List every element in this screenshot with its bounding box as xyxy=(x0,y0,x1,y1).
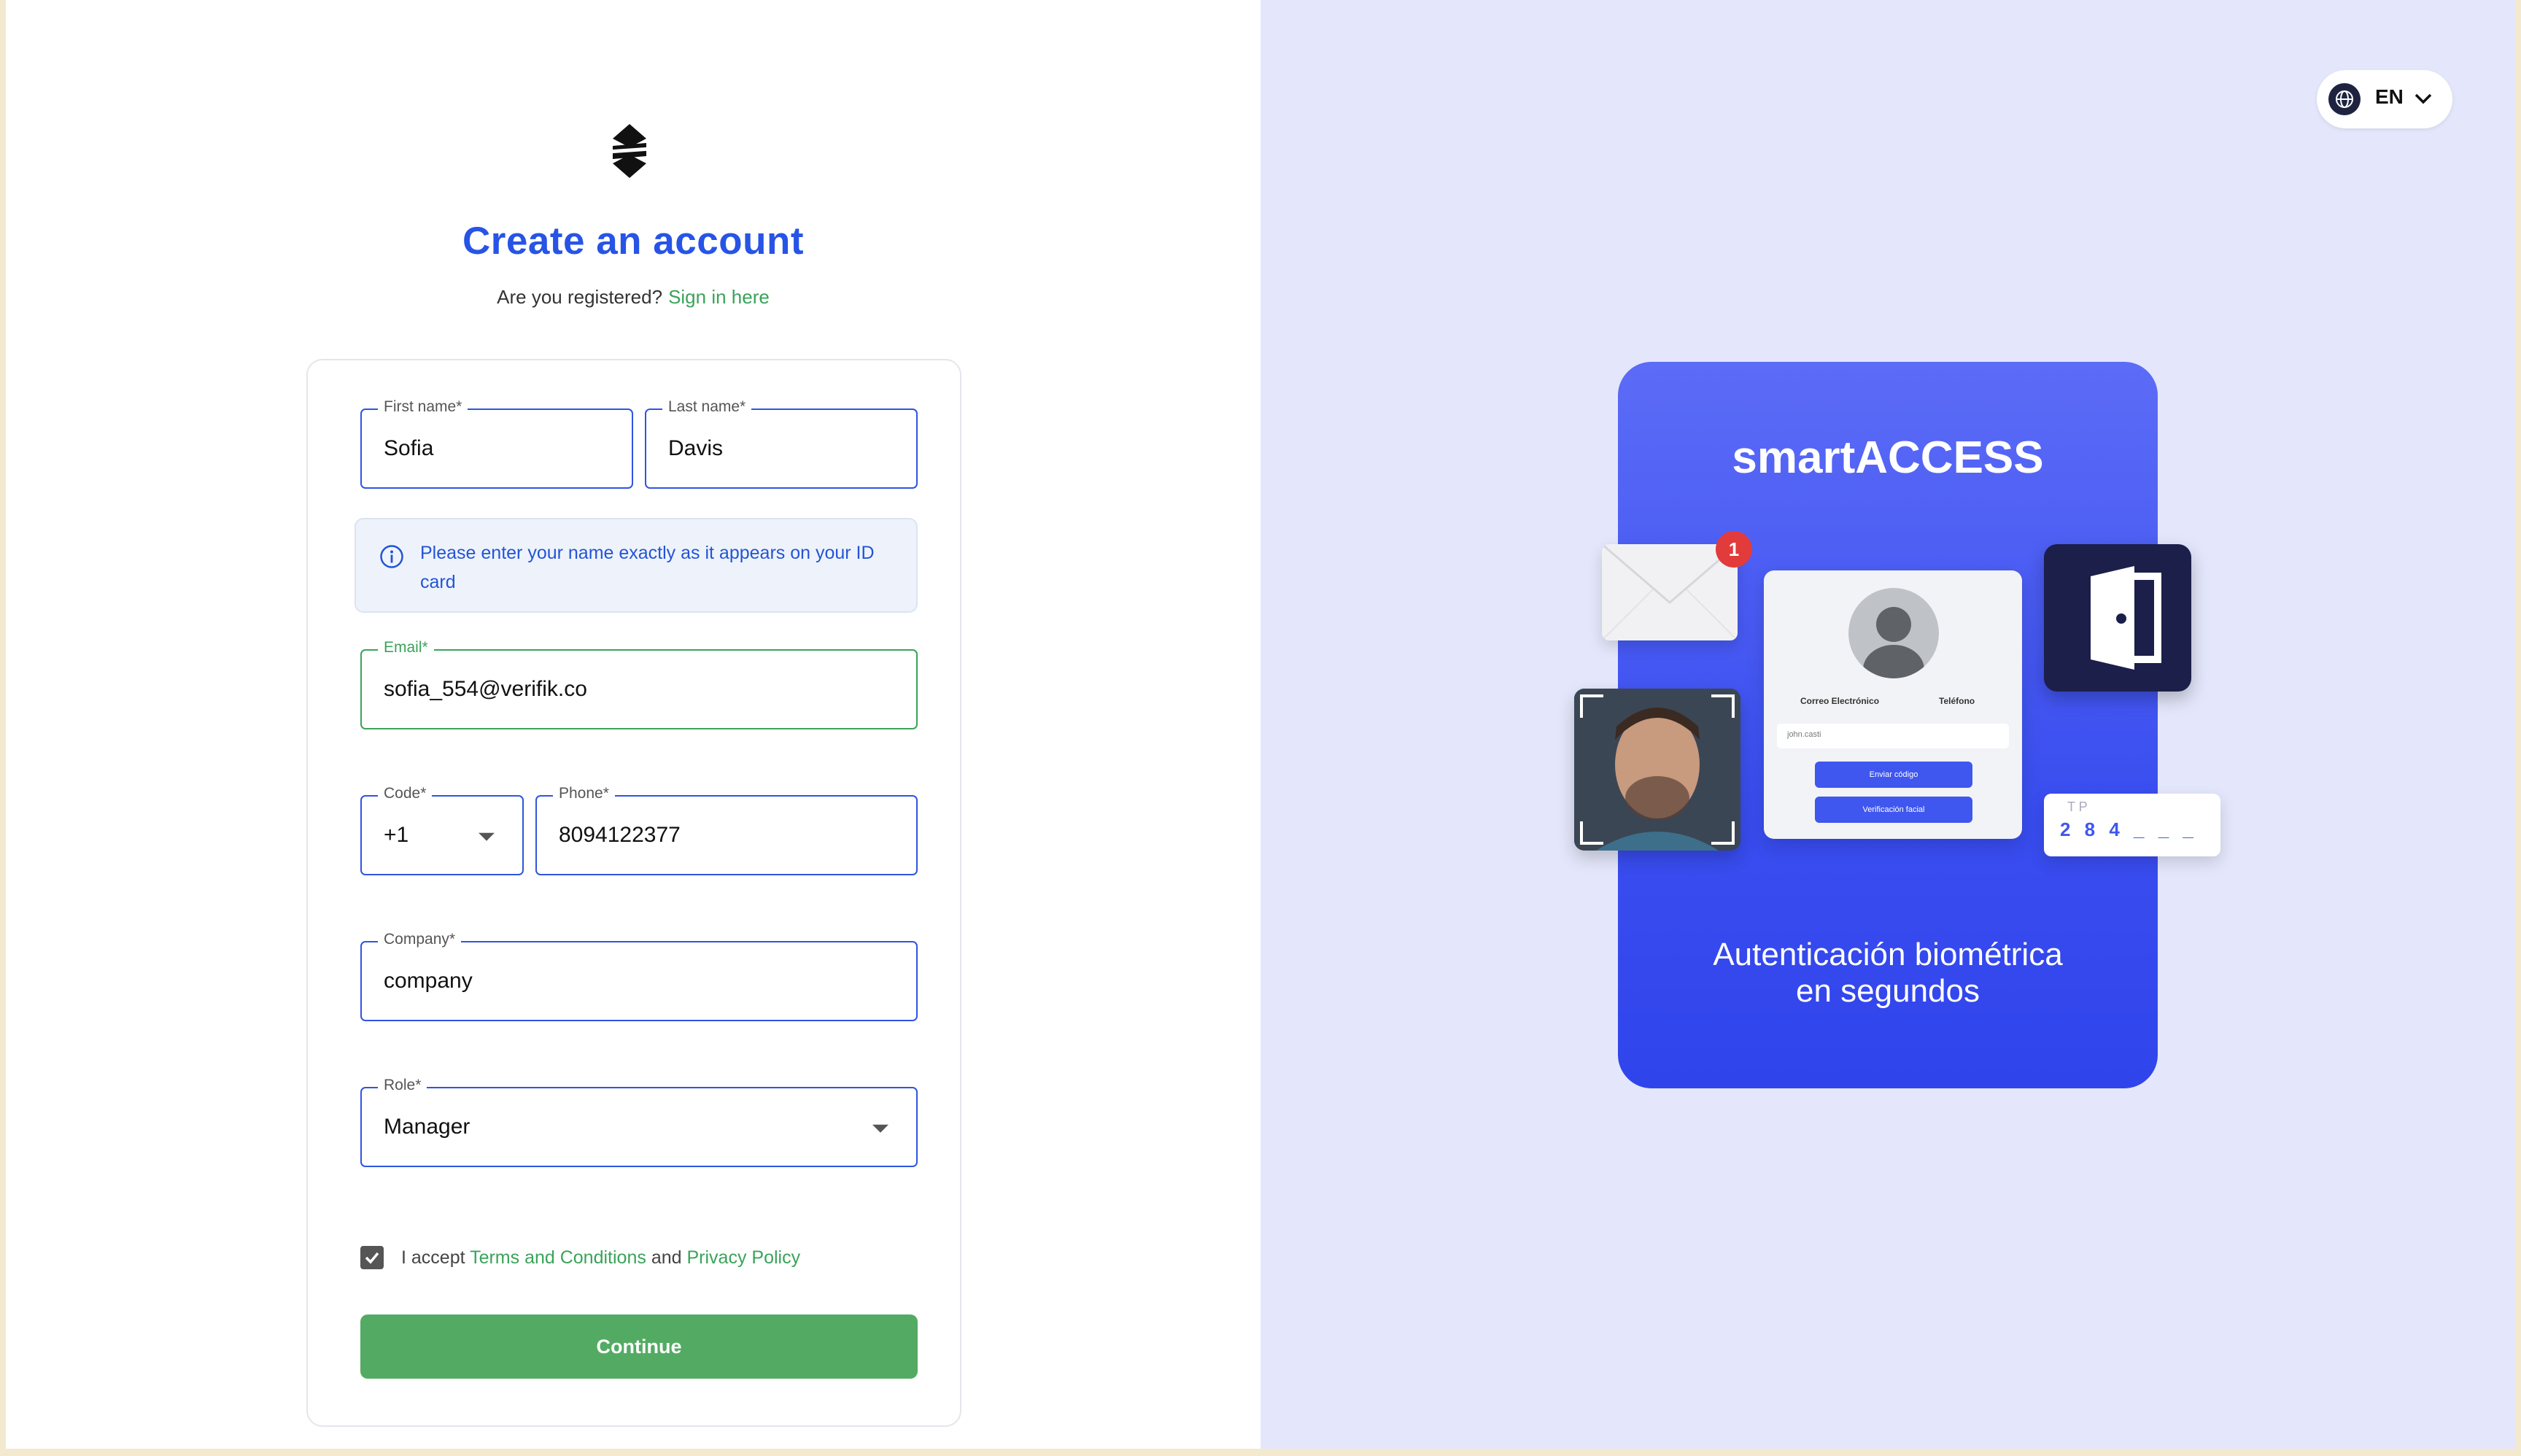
phone-label: Phone* xyxy=(553,785,615,802)
language-selector[interactable]: EN xyxy=(2317,70,2452,128)
envelope-icon xyxy=(1602,544,1738,640)
code-label: Code* xyxy=(378,785,433,802)
mock-email-label: Correo Electrónico xyxy=(1800,696,1880,706)
notification-badge: 1 xyxy=(1716,531,1752,568)
last-name-field[interactable]: Last name* Davis xyxy=(645,398,918,489)
mock-phone-label: Teléfono xyxy=(1939,696,1975,706)
registered-prompt-text: Are you registered? xyxy=(497,286,663,308)
name-info-notice: Please enter your name exactly as it app… xyxy=(355,518,918,613)
terms-link[interactable]: Terms and Conditions xyxy=(470,1247,646,1268)
mock-login-card: Correo Electrónico Teléfono john.casti E… xyxy=(1764,570,2022,839)
globe-icon xyxy=(2328,83,2361,115)
phone-value: 8094122377 xyxy=(559,823,681,847)
otp-card: T P 2 8 4 _ _ _ xyxy=(2044,794,2220,856)
privacy-link[interactable]: Privacy Policy xyxy=(686,1247,800,1268)
email-field[interactable]: Email* sofia_554@verifik.co xyxy=(360,639,918,729)
app-window: Create an account Are you registered? Sig… xyxy=(6,0,2515,1449)
terms-and: and xyxy=(651,1247,682,1268)
promo-tagline: Autenticación biométrica en segundos xyxy=(1618,937,2158,1010)
checkmark-icon xyxy=(365,1252,379,1264)
terms-prefix: I accept xyxy=(401,1247,465,1268)
terms-checkbox[interactable] xyxy=(360,1246,384,1269)
phone-field[interactable]: Phone* 8094122377 xyxy=(535,785,918,875)
company-label: Company* xyxy=(378,931,462,948)
email-label: Email* xyxy=(378,639,434,657)
code-value: +1 xyxy=(384,823,409,847)
signin-prompt: Are you registered? Sign in here xyxy=(6,286,1260,309)
promo-brand: smartACCESS xyxy=(1732,433,2044,483)
company-field[interactable]: Company* company xyxy=(360,931,918,1021)
mock-input: john.casti xyxy=(1777,724,2009,748)
page-title: Create an account xyxy=(462,220,804,263)
mock-face-verify-button: Verificación facial xyxy=(1815,797,1972,823)
signup-panel: Create an account Are you registered? Sig… xyxy=(6,0,1260,1449)
otp-top: T P xyxy=(2067,799,2088,814)
role-label: Role* xyxy=(378,1077,427,1094)
avatar-icon xyxy=(1848,588,1939,678)
role-select[interactable]: Role* Manager xyxy=(360,1077,918,1167)
company-value: company xyxy=(384,969,473,993)
promo-panel: EN smartACCESS Autenticación biométrica … xyxy=(1260,0,2515,1449)
last-name-value: Davis xyxy=(668,436,724,460)
mock-send-code-button: Enviar código xyxy=(1815,762,1972,788)
door-icon xyxy=(2044,544,2191,692)
language-code: EN xyxy=(2375,85,2404,108)
role-value: Manager xyxy=(384,1115,470,1139)
promo-tagline-line1: Autenticación biométrica xyxy=(1713,937,2063,972)
info-icon xyxy=(380,545,403,568)
first-name-label: First name* xyxy=(378,398,468,416)
email-value: sofia_554@verifik.co xyxy=(384,677,587,701)
brand-logo-icon xyxy=(608,124,651,178)
first-name-value: Sofia xyxy=(384,436,434,460)
info-text: Please enter your name exactly as it app… xyxy=(420,543,875,592)
face-scan-image xyxy=(1574,689,1740,851)
country-code-select[interactable]: Code* +1 xyxy=(360,785,524,875)
first-name-field[interactable]: First name* Sofia xyxy=(360,398,633,489)
continue-button[interactable]: Continue xyxy=(360,1314,918,1379)
sign-in-link[interactable]: Sign in here xyxy=(668,286,770,308)
chevron-down-icon xyxy=(2414,93,2432,104)
last-name-label: Last name* xyxy=(662,398,752,416)
chevron-down-icon xyxy=(479,832,495,841)
otp-digits: 2 8 4 _ _ _ xyxy=(2060,818,2198,840)
terms-text: I accept Terms and Conditions and Privac… xyxy=(401,1247,800,1269)
promo-tagline-line2: en segundos xyxy=(1796,973,1980,1009)
chevron-down-icon xyxy=(872,1124,888,1133)
